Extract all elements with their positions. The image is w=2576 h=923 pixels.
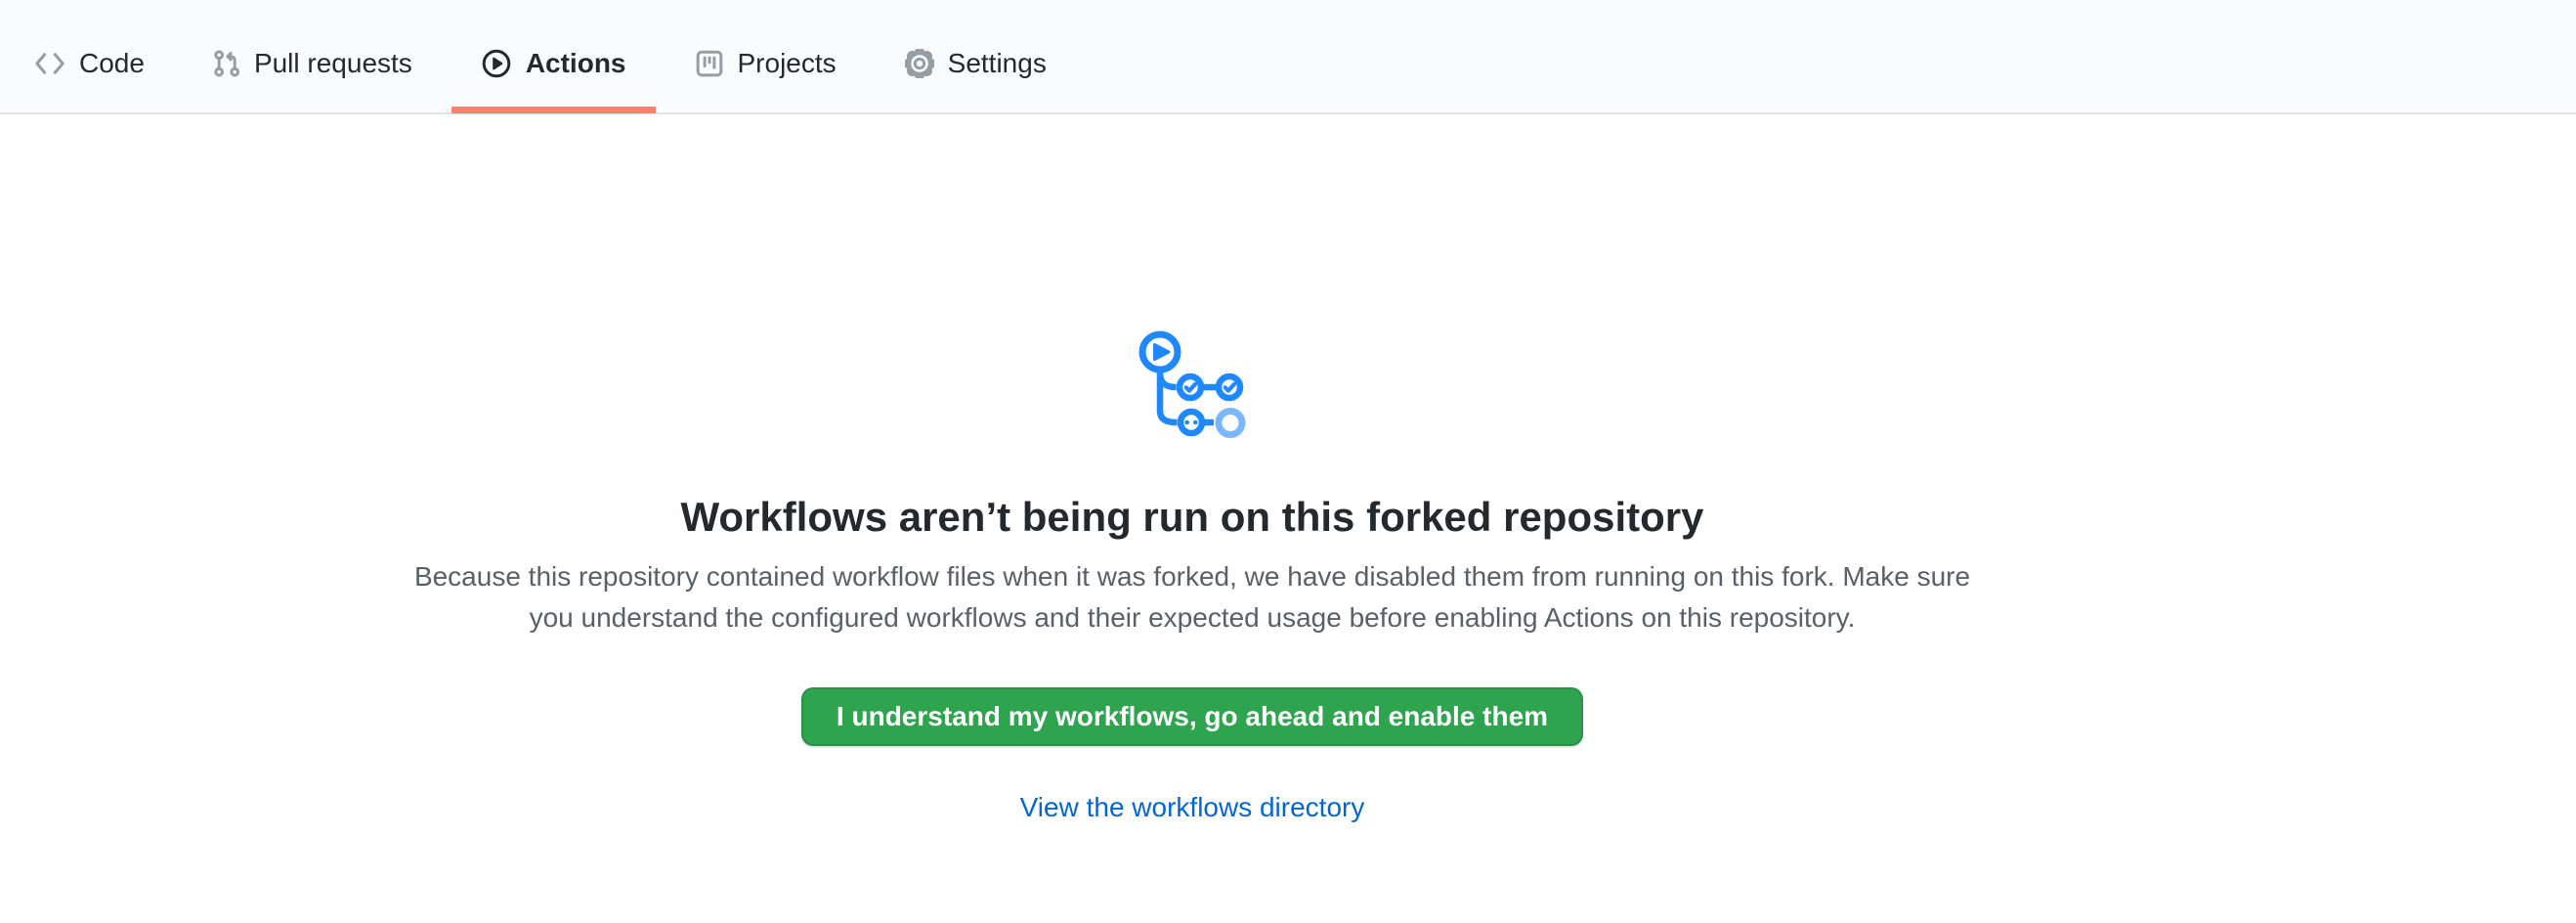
play-circle-icon <box>481 48 512 79</box>
tab-projects[interactable]: Projects <box>665 14 866 112</box>
blankslate-description: Because this repository contained workfl… <box>391 556 1994 638</box>
view-workflows-directory-link[interactable]: View the workflows directory <box>1020 792 1365 822</box>
actions-disabled-page: Workflows aren’t being run on this forke… <box>0 114 2576 823</box>
code-icon <box>34 49 65 78</box>
tab-pull-requests[interactable]: Pull requests <box>184 14 442 112</box>
tab-label: Settings <box>948 50 1047 77</box>
tab-label: Pull requests <box>254 50 412 77</box>
enable-workflows-button[interactable]: I understand my workflows, go ahead and … <box>801 687 1583 746</box>
project-icon <box>695 49 724 78</box>
blankslate: Workflows aren’t being run on this forke… <box>0 114 2384 823</box>
git-pull-request-icon <box>213 49 240 78</box>
page-title: Workflows aren’t being run on this forke… <box>0 492 2384 543</box>
workflow-graph-icon <box>1137 330 1249 447</box>
tab-actions[interactable]: Actions <box>451 14 656 112</box>
tab-label: Code <box>79 50 145 77</box>
tab-label: Projects <box>738 50 837 77</box>
tab-label: Actions <box>526 50 626 77</box>
tab-settings[interactable]: Settings <box>876 14 1076 112</box>
link-row: View the workflows directory <box>0 792 2384 823</box>
tab-code[interactable]: Code <box>5 14 174 112</box>
repo-tab-bar: Code Pull requests Actions <box>0 0 2576 114</box>
gear-icon <box>905 49 934 78</box>
